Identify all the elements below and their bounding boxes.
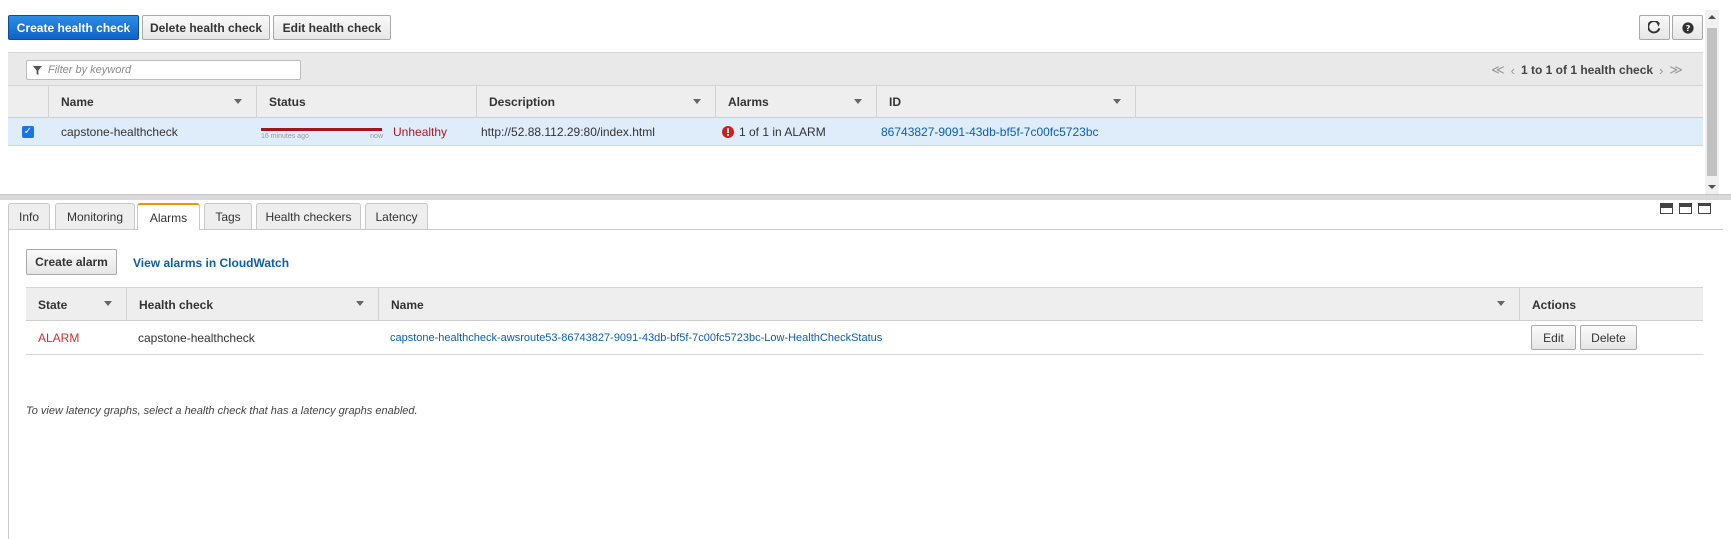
scroll-up-icon[interactable] xyxy=(1705,12,1719,22)
status-bar-line xyxy=(261,128,382,131)
prev-page-icon[interactable]: ‹ xyxy=(1511,63,1515,78)
tab-tags[interactable]: Tags xyxy=(204,203,252,229)
column-header-health-check[interactable]: Health check xyxy=(127,288,379,321)
delete-health-check-button[interactable]: Delete health check xyxy=(142,15,270,40)
row-status: Unhealthy xyxy=(393,124,448,139)
create-health-check-button[interactable]: Create health check xyxy=(8,15,139,40)
next-page-icon[interactable]: › xyxy=(1659,63,1663,78)
row-description: http://52.88.112.29:80/index.html xyxy=(481,124,655,139)
column-header-status[interactable]: Status xyxy=(257,86,477,118)
health-checks-table: Filter by keyword ≪ ‹ 1 to 1 of 1 health… xyxy=(8,52,1703,194)
row-id-link[interactable]: 86743827-9091-43db-bf5f-7c00fc5723bc xyxy=(881,118,1099,145)
sort-caret-icon[interactable] xyxy=(693,99,701,104)
column-header-actions: Actions xyxy=(1532,297,1577,312)
tab-latency[interactable]: Latency xyxy=(365,203,428,229)
layout-split-icon[interactable] xyxy=(1679,203,1692,214)
column-header-alarms[interactable]: Alarms xyxy=(716,86,877,118)
sort-caret-icon[interactable] xyxy=(234,99,242,104)
column-header-state[interactable]: State xyxy=(26,288,127,321)
sort-caret-icon[interactable] xyxy=(356,301,364,306)
layout-top-icon[interactable] xyxy=(1698,203,1711,214)
alarm-health-check: capstone-healthcheck xyxy=(138,330,255,345)
tab-health-checkers[interactable]: Health checkers xyxy=(256,203,361,229)
help-button[interactable]: ? xyxy=(1672,15,1703,40)
sort-caret-icon[interactable] xyxy=(104,301,112,306)
alarm-warning-icon xyxy=(722,125,734,138)
svg-text:?: ? xyxy=(1685,23,1690,33)
vertical-scrollbar[interactable] xyxy=(1705,10,1719,195)
table-header: Name Status Description Alarms ID xyxy=(8,85,1703,118)
status-history-bar: 16 minutes ago now xyxy=(261,118,383,145)
status-bar-end: now xyxy=(370,133,383,140)
pagination-text: 1 to 1 of 1 health check xyxy=(1521,63,1654,77)
row-alarms[interactable]: 1 of 1 in ALARM xyxy=(722,118,826,145)
sort-caret-icon[interactable] xyxy=(854,99,862,104)
sort-caret-icon[interactable] xyxy=(1497,301,1505,306)
column-header-name[interactable]: Name xyxy=(49,86,257,118)
edit-health-check-button[interactable]: Edit health check xyxy=(273,15,391,40)
row-checkbox[interactable]: ✓ xyxy=(22,126,34,138)
layout-toggle-group xyxy=(1660,203,1711,214)
delete-alarm-button[interactable]: Delete xyxy=(1580,325,1637,350)
refresh-button[interactable] xyxy=(1639,15,1670,40)
alarm-state: ALARM xyxy=(38,330,80,345)
view-alarms-cloudwatch-link[interactable]: View alarms in CloudWatch xyxy=(133,256,289,270)
select-column-header xyxy=(8,86,49,118)
tab-alarms[interactable]: Alarms xyxy=(137,203,200,230)
status-bar-start: 16 minutes ago xyxy=(261,133,309,140)
table-row: ALARM capstone-healthcheck capstone-heal… xyxy=(26,321,1703,355)
layout-bottom-icon[interactable] xyxy=(1660,203,1673,214)
row-name: capstone-healthcheck xyxy=(61,124,178,139)
pagination: ≪ ‹ 1 to 1 of 1 health check › ≫ xyxy=(1491,62,1683,78)
scrollbar-thumb[interactable] xyxy=(1707,28,1717,176)
help-icon: ? xyxy=(1681,21,1694,34)
table-toolbar: Filter by keyword ≪ ‹ 1 to 1 of 1 health… xyxy=(8,52,1703,85)
last-page-icon[interactable]: ≫ xyxy=(1669,62,1683,78)
alarms-panel xyxy=(8,229,1723,539)
filter-icon xyxy=(33,65,42,75)
alarms-table-header: State Health check Name Actions xyxy=(26,287,1703,321)
tab-info[interactable]: Info xyxy=(8,203,50,229)
column-header-alarm-name[interactable]: Name xyxy=(379,288,1520,321)
table-row[interactable]: ✓ capstone-healthcheck 16 minutes ago no… xyxy=(8,118,1703,146)
first-page-icon[interactable]: ≪ xyxy=(1491,62,1505,78)
latency-note: To view latency graphs, select a health … xyxy=(26,405,418,417)
row-alarms-text: 1 of 1 in ALARM xyxy=(739,124,826,139)
panel-resize-divider[interactable] xyxy=(0,194,1731,200)
column-header-id[interactable]: ID xyxy=(877,86,1136,118)
create-alarm-button[interactable]: Create alarm xyxy=(26,249,117,275)
column-header-description[interactable]: Description xyxy=(477,86,716,118)
scroll-down-icon[interactable] xyxy=(1705,182,1719,192)
alarm-name-link[interactable]: capstone-healthcheck-awsroute53-86743827… xyxy=(390,321,882,354)
refresh-icon xyxy=(1648,21,1661,34)
edit-alarm-button[interactable]: Edit xyxy=(1531,325,1576,350)
sort-caret-icon[interactable] xyxy=(1113,99,1121,104)
tab-monitoring[interactable]: Monitoring xyxy=(55,203,135,229)
filter-placeholder: Filter by keyword xyxy=(48,64,132,76)
filter-input[interactable]: Filter by keyword xyxy=(26,60,301,80)
